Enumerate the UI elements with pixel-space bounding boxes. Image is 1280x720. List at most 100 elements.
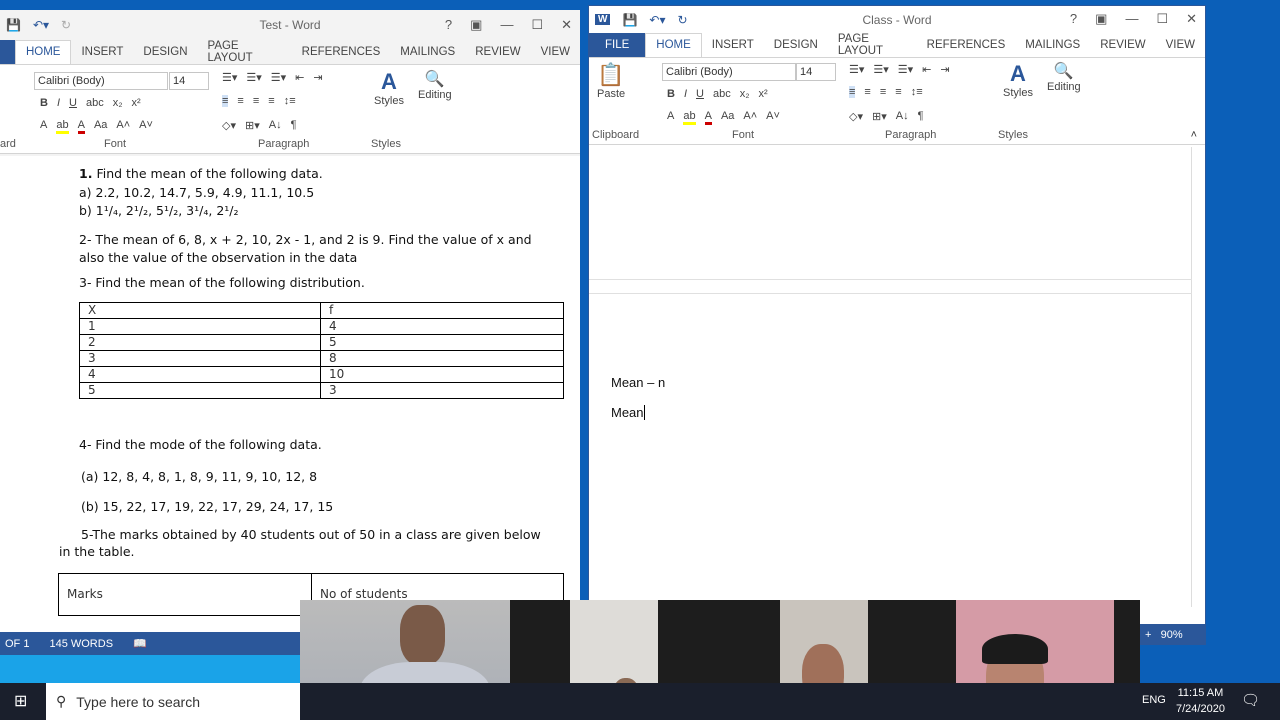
- tab-home[interactable]: HOME: [14, 40, 72, 64]
- language-indicator[interactable]: ENG: [1142, 694, 1166, 706]
- editing-button[interactable]: 🔍 Editing: [418, 69, 452, 101]
- clock[interactable]: 11:15 AM 7/24/2020: [1176, 685, 1225, 717]
- grow-font-icon[interactable]: A˄: [743, 110, 757, 125]
- close-icon[interactable]: ✕: [1186, 11, 1197, 27]
- superscript-icon[interactable]: x²: [132, 97, 141, 109]
- paste-button[interactable]: 📋 Paste: [597, 62, 625, 100]
- tab-design[interactable]: DESIGN: [133, 46, 197, 58]
- tab-view[interactable]: VIEW: [531, 46, 580, 58]
- file-tab[interactable]: [0, 40, 15, 64]
- sort-icon[interactable]: A↓: [269, 119, 282, 132]
- multilevel-icon[interactable]: ☰▾: [271, 71, 286, 84]
- save-icon[interactable]: 💾: [622, 13, 637, 27]
- undo-icon[interactable]: ↶▾: [649, 13, 665, 27]
- justify-icon[interactable]: ≡: [268, 95, 274, 107]
- notifications-icon[interactable]: 🗨: [1241, 691, 1260, 709]
- document-page[interactable]: 1. Find the mean of the following data. …: [0, 156, 580, 632]
- font-color-icon[interactable]: A: [704, 110, 712, 125]
- styles-button[interactable]: A Styles: [1003, 61, 1033, 99]
- collapse-ribbon-icon[interactable]: ˄: [1191, 129, 1197, 141]
- editing-button[interactable]: 🔍 Editing: [1047, 61, 1081, 93]
- underline-icon[interactable]: U: [696, 88, 704, 100]
- change-case-icon[interactable]: Aa: [721, 110, 734, 125]
- text-effects-icon[interactable]: A: [667, 110, 674, 125]
- show-marks-icon[interactable]: ¶: [291, 119, 297, 132]
- align-center-icon[interactable]: ≡: [864, 86, 870, 98]
- help-icon[interactable]: ?: [1070, 11, 1077, 27]
- minimize-icon[interactable]: —: [500, 17, 513, 33]
- show-marks-icon[interactable]: ¶: [918, 110, 924, 123]
- redo-icon[interactable]: ↻: [61, 18, 71, 32]
- ribbon-options-icon[interactable]: ▣: [1095, 11, 1107, 27]
- tab-mailings[interactable]: MAILINGS: [1015, 39, 1090, 51]
- increase-indent-icon[interactable]: ⇥: [313, 71, 322, 84]
- tab-references[interactable]: REFERENCES: [292, 46, 391, 58]
- shrink-font-icon[interactable]: A˅: [139, 119, 153, 134]
- bullets-icon[interactable]: ☰▾: [222, 71, 237, 84]
- increase-indent-icon[interactable]: ⇥: [940, 63, 949, 76]
- subscript-icon[interactable]: x₂: [113, 97, 123, 109]
- highlight-icon[interactable]: ab: [56, 119, 69, 134]
- numbering-icon[interactable]: ☰▾: [246, 71, 261, 84]
- text-effects-icon[interactable]: A: [40, 119, 47, 134]
- bold-icon[interactable]: B: [40, 97, 48, 109]
- decrease-indent-icon[interactable]: ⇤: [295, 71, 304, 84]
- tab-review[interactable]: REVIEW: [465, 46, 530, 58]
- tab-page-layout[interactable]: PAGE LAYOUT: [198, 40, 292, 64]
- change-case-icon[interactable]: Aa: [94, 119, 107, 134]
- tab-references[interactable]: REFERENCES: [917, 39, 1016, 51]
- zoom-control[interactable]: + 90%: [1139, 624, 1205, 644]
- word-count[interactable]: 145 WORDS: [49, 638, 113, 650]
- numbering-icon[interactable]: ☰▾: [873, 63, 888, 76]
- tab-page-layout[interactable]: PAGE LAYOUT: [828, 33, 917, 57]
- borders-icon[interactable]: ⊞▾: [872, 110, 887, 123]
- search-box[interactable]: ⚲ Type here to search: [46, 683, 300, 720]
- line-spacing-icon[interactable]: ↕≡: [911, 86, 923, 98]
- windows-start-icon[interactable]: ⊞: [14, 691, 27, 711]
- font-color-icon[interactable]: A: [77, 119, 85, 134]
- highlight-icon[interactable]: ab: [683, 110, 696, 125]
- align-center-icon[interactable]: ≡: [237, 95, 243, 107]
- align-right-icon[interactable]: ≡: [253, 95, 259, 107]
- save-icon[interactable]: 💾: [6, 18, 21, 32]
- undo-icon[interactable]: ↶▾: [33, 18, 49, 32]
- align-left-icon[interactable]: ≡: [849, 86, 856, 98]
- tab-home[interactable]: HOME: [645, 33, 702, 57]
- ribbon-options-icon[interactable]: ▣: [470, 17, 482, 33]
- bullets-icon[interactable]: ☰▾: [849, 63, 864, 76]
- maximize-icon[interactable]: ☐: [1156, 11, 1168, 27]
- italic-icon[interactable]: I: [57, 97, 60, 109]
- tab-file[interactable]: FILE: [589, 33, 646, 57]
- borders-icon[interactable]: ⊞▾: [245, 119, 260, 132]
- tab-review[interactable]: REVIEW: [1090, 39, 1155, 51]
- decrease-indent-icon[interactable]: ⇤: [922, 63, 931, 76]
- tab-mailings[interactable]: MAILINGS: [390, 46, 465, 58]
- strikethrough-icon[interactable]: abc: [713, 88, 731, 100]
- grow-font-icon[interactable]: A˄: [116, 119, 130, 134]
- close-icon[interactable]: ✕: [561, 17, 572, 33]
- line-spacing-icon[interactable]: ↕≡: [284, 95, 296, 107]
- styles-button[interactable]: A Styles: [374, 69, 404, 107]
- redo-icon[interactable]: ↻: [677, 13, 687, 27]
- tab-insert[interactable]: INSERT: [702, 39, 764, 51]
- bold-icon[interactable]: B: [667, 88, 675, 100]
- font-name-select[interactable]: Calibri (Body): [34, 72, 168, 90]
- align-right-icon[interactable]: ≡: [880, 86, 886, 98]
- underline-icon[interactable]: U: [69, 97, 77, 109]
- font-size-select[interactable]: 14: [796, 63, 836, 81]
- sort-icon[interactable]: A↓: [896, 110, 909, 123]
- page-count[interactable]: OF 1: [5, 638, 29, 650]
- subscript-icon[interactable]: x₂: [740, 88, 750, 100]
- tab-design[interactable]: DESIGN: [764, 39, 828, 51]
- proofing-icon[interactable]: 📖: [133, 637, 147, 650]
- tab-insert[interactable]: INSERT: [71, 46, 133, 58]
- align-left-icon[interactable]: ≡: [222, 95, 229, 107]
- maximize-icon[interactable]: ☐: [531, 17, 543, 33]
- superscript-icon[interactable]: x²: [759, 88, 768, 100]
- justify-icon[interactable]: ≡: [895, 86, 901, 98]
- document-page[interactable]: Mean – n Mean: [589, 147, 1192, 607]
- font-size-select[interactable]: 14: [169, 72, 209, 90]
- strikethrough-icon[interactable]: abc: [86, 97, 104, 109]
- tab-view[interactable]: VIEW: [1156, 39, 1205, 51]
- minimize-icon[interactable]: —: [1125, 11, 1138, 27]
